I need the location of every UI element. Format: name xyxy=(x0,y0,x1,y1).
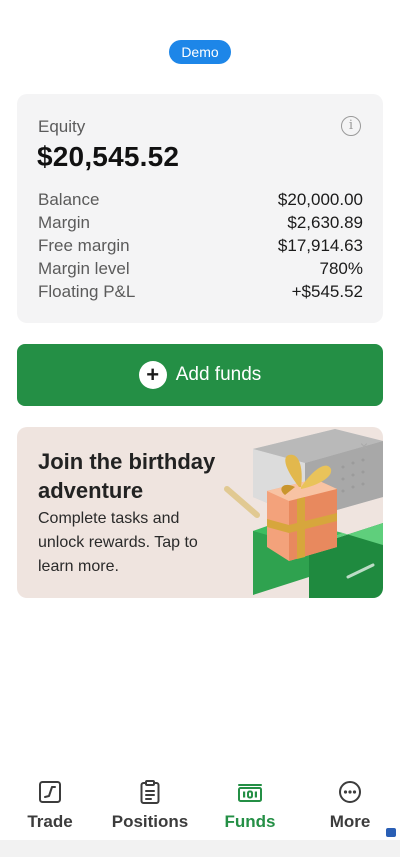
status-indicator xyxy=(386,828,396,837)
nav-label: Funds xyxy=(224,812,276,831)
info-icon[interactable]: i xyxy=(341,116,361,136)
metric-value: $2,630.89 xyxy=(287,213,363,232)
metric-row-free-margin: Free margin $17,914.63 xyxy=(38,234,363,257)
add-funds-button[interactable]: + Add funds xyxy=(17,344,383,406)
metric-value: +$545.52 xyxy=(291,282,363,301)
promo-description: Complete tasks and unlock rewards. Tap t… xyxy=(38,510,198,575)
nav-label: Trade xyxy=(27,812,73,831)
clipboard-icon xyxy=(140,780,160,804)
nav-item-trade[interactable]: Trade xyxy=(0,768,100,840)
bottom-navigation: Trade Positions Funds More xyxy=(0,768,400,840)
equity-card: Equity i $20,545.52 Balance $20,000.00 M… xyxy=(17,94,383,323)
metric-value: 780% xyxy=(319,259,363,278)
metric-row-balance: Balance $20,000.00 xyxy=(38,188,363,211)
metric-label: Floating P&L xyxy=(38,282,136,301)
account-metrics: Balance $20,000.00 Margin $2,630.89 Free… xyxy=(38,188,363,303)
nav-item-more[interactable]: More xyxy=(300,768,400,840)
nav-label: Positions xyxy=(111,812,189,831)
metric-label: Margin xyxy=(38,213,90,232)
metric-row-margin: Margin $2,630.89 xyxy=(38,211,363,234)
system-navigation-bar xyxy=(0,840,400,857)
metric-row-floating-pl: Floating P&L +$545.52 xyxy=(38,280,363,303)
equity-label: Equity xyxy=(38,117,86,136)
chart-icon xyxy=(39,781,61,803)
demo-badge[interactable]: Demo xyxy=(169,40,231,64)
close-icon[interactable]: × xyxy=(357,439,371,453)
more-icon xyxy=(339,781,361,803)
nav-item-funds[interactable]: Funds xyxy=(200,768,300,840)
plus-icon: + xyxy=(138,361,167,389)
nav-label: More xyxy=(329,812,371,831)
add-funds-label: Add funds xyxy=(175,364,262,385)
metric-label: Margin level xyxy=(38,259,130,278)
metric-value: $17,914.63 xyxy=(277,236,363,255)
metric-value: $20,000.00 xyxy=(277,190,363,209)
equity-value: $20,545.52 xyxy=(37,141,180,172)
promo-title: Join the birthday adventure xyxy=(38,449,216,503)
metric-row-margin-level: Margin level 780% xyxy=(38,257,363,280)
metric-label: Balance xyxy=(38,190,100,209)
nav-item-positions[interactable]: Positions xyxy=(100,768,200,840)
birthday-promo-banner[interactable]: Join the birthday adventure Complete tas… xyxy=(17,427,383,598)
metric-label: Free margin xyxy=(38,236,130,255)
cash-icon xyxy=(238,784,262,802)
